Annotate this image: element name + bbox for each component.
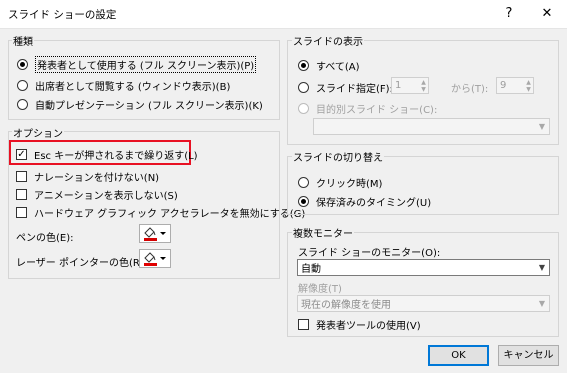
kiosk-radio-label: 自動プレゼンテーション (フル スクリーン表示)(K) [35,101,263,112]
monitor-dropdown[interactable]: 自動 ▼ [297,259,550,276]
presenter-radio-row[interactable]: 発表者として使用する (フル スクリーン表示)(P) [17,56,257,73]
cancel-button[interactable]: キャンセル [498,345,559,366]
presenter-view-label: 発表者ツールの使用(V) [316,321,421,332]
paint-bucket-icon [144,252,166,266]
loop-checkbox-label: Esc キーが押されるまで繰り返す(L) [34,151,198,162]
spinner-arrows-icon[interactable]: ▲ ▼ [524,79,533,93]
presenter-view-checkbox-row[interactable]: 発表者ツールの使用(V) [298,317,421,332]
to-spinner[interactable]: 9 ▲ ▼ [496,77,534,94]
chevron-down-icon: ▼ [538,263,546,272]
advance-group-label: スライドの切り替え [292,149,384,164]
presenter-view-checkbox[interactable] [298,319,309,330]
manual-radio[interactable] [298,177,309,188]
hw-accel-checkbox-row[interactable]: ハードウェア グラフィック アクセラレータを無効にする(G) [16,205,305,220]
animation-checkbox-row[interactable]: アニメーションを表示しない(S) [16,187,178,202]
loop-checkbox[interactable]: ✓ [16,149,27,160]
custom-show-radio-row[interactable]: 目的別スライド ショー(C): [298,101,437,116]
chevron-down-icon: ▼ [538,299,546,308]
type-group-label: 種類 [12,33,34,48]
individual-radio[interactable] [17,80,28,91]
close-button[interactable]: ✕ [536,4,558,24]
presenter-radio-label: 発表者として使用する (フル スクリーン表示)(P) [35,56,257,73]
timings-radio-row[interactable]: 保存済みのタイミング(U) [298,194,431,209]
help-button[interactable]: ? [498,4,520,24]
narration-checkbox-row[interactable]: ナレーションを付けない(N) [16,169,159,184]
narration-checkbox-label: ナレーションを付けない(N) [34,173,160,184]
all-slides-radio-row[interactable]: すべて(A) [298,58,360,73]
resolution-dropdown[interactable]: 現在の解像度を使用 ▼ [297,295,550,312]
animation-checkbox[interactable] [16,189,27,200]
presenter-radio[interactable] [17,59,28,70]
animation-checkbox-label: アニメーションを表示しない(S) [34,191,178,202]
laser-color-button[interactable] [139,249,171,268]
monitors-group-label: 複数モニター [292,225,354,240]
custom-show-label: 目的別スライド ショー(C): [316,105,438,116]
narration-checkbox[interactable] [16,171,27,182]
pen-color-label: ペンの色(E): [16,233,74,244]
range-radio[interactable] [298,82,309,93]
manual-label: クリック時(M) [316,179,383,190]
paint-bucket-icon [144,227,166,241]
resolution-label: 解像度(T) [298,284,342,295]
all-slides-radio[interactable] [298,60,309,71]
to-label: から(T): [451,84,489,95]
chevron-down-icon: ▼ [538,122,546,131]
all-slides-label: すべて(A) [316,62,360,73]
from-spinner[interactable]: 1 ▲ ▼ [391,77,429,94]
monitor-value: 自動 [301,264,321,275]
show-slides-group-label: スライドの表示 [292,33,364,48]
range-label: スライド指定(F): [316,84,393,95]
kiosk-radio[interactable] [17,99,28,110]
spinner-arrows-icon[interactable]: ▲ ▼ [419,79,428,93]
window-title: スライド ショーの設定 [8,9,117,21]
individual-radio-row[interactable]: 出席者として閲覧する (ウィンドウ表示)(B) [17,78,230,93]
timings-label: 保存済みのタイミング(U) [316,198,432,209]
custom-show-radio[interactable] [298,103,309,114]
from-value: 1 [395,80,402,91]
laser-color-label: レーザー ポインターの色(R): [16,258,148,269]
hw-accel-checkbox[interactable] [16,207,27,218]
timings-radio[interactable] [298,196,309,207]
ok-button[interactable]: OK [428,345,489,366]
kiosk-radio-row[interactable]: 自動プレゼンテーション (フル スクリーン表示)(K) [17,97,263,112]
options-group-label: オプション [12,125,64,140]
individual-radio-label: 出席者として閲覧する (ウィンドウ表示)(B) [35,82,231,93]
resolution-value: 現在の解像度を使用 [301,300,391,311]
custom-show-dropdown[interactable]: ▼ [313,118,550,135]
pen-color-button[interactable] [139,224,171,243]
range-radio-row[interactable]: スライド指定(F): [298,80,393,95]
loop-checkbox-row[interactable]: ✓ Esc キーが押されるまで繰り返す(L) [16,147,198,162]
manual-radio-row[interactable]: クリック時(M) [298,175,382,190]
hw-accel-checkbox-label: ハードウェア グラフィック アクセラレータを無効にする(G) [34,209,306,220]
to-value: 9 [500,80,507,91]
monitor-label: スライド ショーのモニター(O): [298,248,441,259]
